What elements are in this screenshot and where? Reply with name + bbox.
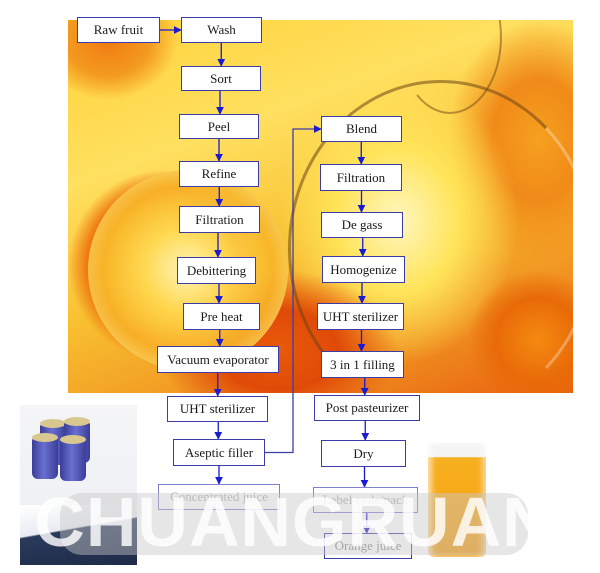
step-label: Filtration: [336, 169, 386, 185]
drum-shape: [60, 435, 86, 481]
step-uht-sterilizer-1: UHT sterilizer: [167, 396, 268, 422]
step-label: Raw fruit: [93, 22, 144, 37]
step-post-pasteurizer: Post pasteurizer: [314, 395, 420, 421]
step-label: Filtration: [195, 211, 244, 227]
step-label: UHT sterilizer: [322, 308, 399, 324]
step-refine: Refine: [179, 161, 259, 187]
watermark-text: CHUANGRUAN: [34, 483, 554, 561]
step-peel: Peel: [179, 114, 259, 139]
step-label: Post pasteurizer: [325, 400, 409, 415]
step-filtration-2: Filtration: [320, 164, 402, 191]
step-de-gass: De gass: [321, 212, 403, 238]
step-blend: Blend: [321, 116, 402, 142]
step-label: De gass: [341, 217, 383, 232]
step-3-in-1-filling: 3 in 1 filling: [321, 351, 404, 378]
step-label: Peel: [207, 118, 231, 134]
step-label: Wash: [207, 22, 236, 37]
step-label: Debittering: [186, 262, 247, 278]
step-pre-heat: Pre heat: [183, 303, 260, 330]
step-label: Pre heat: [200, 308, 243, 324]
step-label: Dry: [353, 445, 374, 461]
step-vacuum-evaporator: Vacuum evaporator: [157, 346, 279, 373]
step-debittering: Debittering: [177, 257, 256, 284]
step-sort: Sort: [181, 66, 261, 91]
background-oranges-photo: [68, 20, 573, 393]
step-aseptic-filler: Aseptic filler: [173, 439, 265, 466]
step-homogenize: Homogenize: [322, 256, 405, 283]
step-label: UHT sterilizer: [179, 401, 256, 416]
drum-shape: [32, 433, 58, 479]
step-label: 3 in 1 filling: [330, 356, 395, 372]
step-label: Aseptic filler: [184, 444, 254, 460]
step-wash: Wash: [181, 17, 262, 43]
step-dry: Dry: [321, 440, 406, 467]
step-label: Homogenize: [330, 261, 397, 277]
step-label: Vacuum evaporator: [167, 351, 269, 367]
step-uht-sterilizer-2: UHT sterilizer: [317, 303, 404, 330]
step-label: Sort: [210, 70, 232, 86]
step-filtration-1: Filtration: [179, 206, 260, 233]
step-raw-fruit: Raw fruit: [77, 17, 160, 43]
step-label: Blend: [345, 121, 378, 136]
step-label: Refine: [201, 166, 237, 181]
